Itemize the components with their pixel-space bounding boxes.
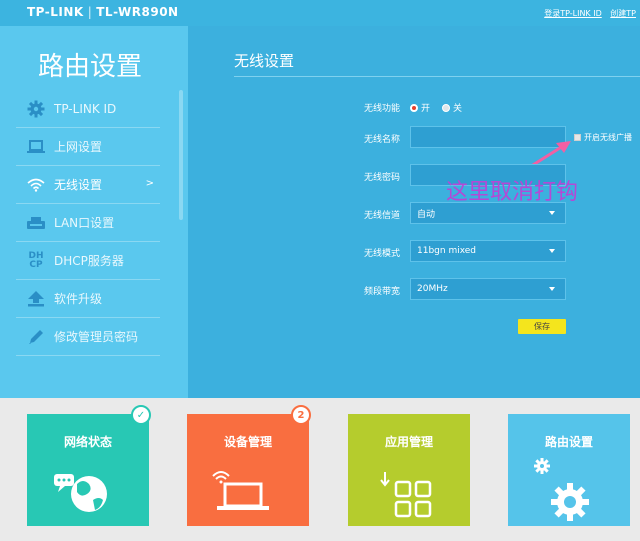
broadcast-label: 开启无线广播 xyxy=(584,133,632,142)
sidebar-item-label: 软件升级 xyxy=(54,292,103,306)
router-icon xyxy=(26,213,46,233)
wireless-func-radio-group: 开 关 xyxy=(410,101,462,114)
brand-name: TP-LINK xyxy=(27,5,84,19)
wireless-off-radio[interactable] xyxy=(442,103,451,112)
active-tile-pointer xyxy=(561,390,577,398)
sidebar-item-label: DHCP服务器 xyxy=(54,254,124,268)
dhcp-icon: DH CP xyxy=(26,251,46,271)
sidebar-item-upgrade[interactable]: 软件升级 xyxy=(16,280,160,318)
tile-router-settings[interactable]: 路由设置 xyxy=(508,414,630,526)
sidebar-item-lan[interactable]: LAN口设置 xyxy=(16,204,160,242)
sidebar-item-label: LAN口设置 xyxy=(54,216,115,230)
sidebar-item-internet[interactable]: 上网设置 xyxy=(16,128,160,166)
create-tplink-id-link[interactable]: 创建TP xyxy=(610,9,636,18)
broadcast-checkbox[interactable] xyxy=(574,134,581,141)
wireless-on-radio[interactable] xyxy=(410,103,418,112)
top-bar: TP-LINK | TL-WR890N 登录TP-LINK ID 创建TP xyxy=(0,0,640,26)
password-label: 无线密码 xyxy=(363,173,400,183)
chevron-down-icon xyxy=(549,287,555,291)
channel-label: 无线信道 xyxy=(363,211,400,221)
channel-value: 自动 xyxy=(417,209,436,220)
sidebar: 路由设置 TP-LINK ID 上网设置 无线设置 > LAN口设置 DH CP… xyxy=(0,26,188,398)
pencil-icon xyxy=(26,327,46,347)
bandwidth-select[interactable]: 20MHz xyxy=(410,278,566,300)
sidebar-title: 路由设置 xyxy=(38,52,143,82)
model-name: TL-WR890N xyxy=(96,5,179,19)
sidebar-item-admin-password[interactable]: 修改管理员密码 xyxy=(16,318,160,356)
sidebar-item-label: TP-LINK ID xyxy=(54,101,117,116)
page-title: 无线设置 xyxy=(234,52,295,70)
laptop-icon xyxy=(26,137,46,157)
sidebar-item-wireless[interactable]: 无线设置 > xyxy=(16,166,160,204)
tile-app-management[interactable]: 应用管理 xyxy=(348,414,470,526)
laptop-wifi-icon xyxy=(212,471,269,510)
chevron-down-icon xyxy=(549,249,555,253)
logo-separator: | xyxy=(87,5,93,19)
brand-logo: TP-LINK | TL-WR890N xyxy=(27,5,179,19)
apps-icon xyxy=(380,472,432,518)
gears-icon xyxy=(534,458,589,521)
wireless-off-label: 关 xyxy=(453,104,463,114)
wireless-func-label: 无线功能 xyxy=(363,104,400,114)
sidebar-scrollbar[interactable] xyxy=(179,90,183,220)
wireless-on-label: 开 xyxy=(421,104,431,114)
chevron-down-icon xyxy=(549,211,555,215)
sidebar-menu: TP-LINK ID 上网设置 无线设置 > LAN口设置 DH CP DHCP… xyxy=(16,90,160,356)
channel-select[interactable]: 自动 xyxy=(410,202,566,224)
sidebar-item-dhcp[interactable]: DH CP DHCP服务器 xyxy=(16,242,160,280)
title-divider xyxy=(234,76,640,77)
ssid-label: 无线名称 xyxy=(363,135,400,145)
bandwidth-label: 频段带宽 xyxy=(363,287,400,297)
sidebar-item-tplink-id[interactable]: TP-LINK ID xyxy=(16,90,160,128)
broadcast-option: 开启无线广播 xyxy=(574,132,632,143)
sidebar-item-label: 上网设置 xyxy=(54,140,103,154)
main-panel: 无线设置 无线功能 开 关 无线名称 开启无线广播 无线密码 这里取消打钩 无线… xyxy=(188,26,640,398)
chevron-right-icon: > xyxy=(145,178,154,189)
login-tplink-id-link[interactable]: 登录TP-LINK ID xyxy=(544,9,602,18)
tile-device-management[interactable]: 设备管理 2 xyxy=(187,405,311,526)
mode-label: 无线模式 xyxy=(363,249,400,259)
tile-network-status[interactable]: 网络状态 ✓ xyxy=(27,405,151,526)
mode-value: 11bgn mixed xyxy=(417,246,477,256)
sidebar-item-label: 修改管理员密码 xyxy=(54,330,139,344)
wifi-icon xyxy=(26,175,46,195)
globe-icon xyxy=(54,474,107,512)
mode-select[interactable]: 11bgn mixed xyxy=(410,240,566,262)
bottom-nav: 网络状态 ✓ 设备管理 2 应用管理 路由设置 xyxy=(0,398,640,541)
top-links: 登录TP-LINK ID 创建TP xyxy=(538,8,636,19)
sidebar-item-label: 无线设置 xyxy=(54,178,103,192)
dhcp-icon-line-2: CP xyxy=(29,259,43,270)
gear-icon xyxy=(26,99,46,119)
upload-icon xyxy=(26,289,46,309)
save-button[interactable]: 保存 xyxy=(518,319,566,334)
bandwidth-value: 20MHz xyxy=(417,284,448,294)
